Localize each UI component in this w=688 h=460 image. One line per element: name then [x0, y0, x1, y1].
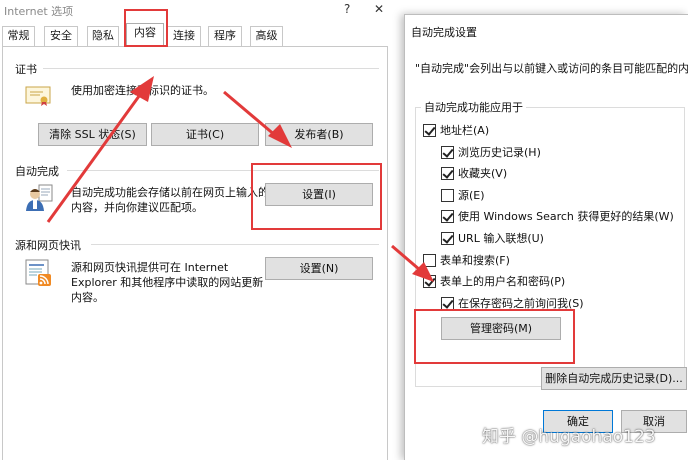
close-button[interactable]: ✕	[374, 2, 384, 16]
tab-advanced[interactable]: 高级	[250, 26, 283, 46]
title-bar: Internet 选项 ? ✕	[0, 0, 392, 22]
apply-to-group-title: 自动完成功能应用于	[421, 99, 526, 115]
option-label: 源(E)	[458, 189, 485, 202]
delete-autocomplete-history-button[interactable]: 删除自动完成历史记录(D)...	[541, 367, 687, 390]
autocomplete-section-label: 自动完成	[15, 165, 59, 178]
option-label: URL 输入联想(U)	[458, 232, 544, 245]
tab-connections[interactable]: 连接	[167, 26, 201, 46]
tab-programs[interactable]: 程序	[208, 26, 242, 46]
annotation-box-content-tab	[124, 9, 168, 47]
feeds-section-label: 源和网页快讯	[15, 239, 81, 252]
autocomplete-description-line1: 自动完成功能会存储以前在网页上输入的	[71, 186, 269, 199]
annotation-box-manage-passwords	[414, 309, 575, 364]
watermark: 知乎 @hugaohao123	[482, 427, 656, 447]
feeds-checkbox[interactable]	[441, 188, 454, 202]
autocomplete-user-icon	[25, 183, 53, 213]
url-suggestions-checkbox[interactable]	[441, 231, 454, 245]
dialog-intro-text: "自动完成"会列出与以前键入或访问的条目可能匹配的内容。	[415, 62, 688, 75]
option-feeds[interactable]: 源(E)	[441, 187, 485, 203]
ask-before-saving-checkbox[interactable]	[441, 296, 454, 310]
certificates-description: 使用加密连接和标识的证书。	[71, 84, 214, 97]
certificates-section-label: 证书	[15, 63, 37, 76]
tab-security[interactable]: 安全	[44, 26, 78, 46]
autocomplete-settings-dialog: 自动完成设置 "自动完成"会列出与以前键入或访问的条目可能匹配的内容。 自动完成…	[404, 14, 688, 460]
address-bar-checkbox[interactable]	[423, 123, 436, 137]
option-browsing-history[interactable]: 浏览历史记录(H)	[441, 144, 541, 160]
window-title: Internet 选项	[4, 5, 74, 18]
favorites-checkbox[interactable]	[441, 166, 454, 180]
option-url-suggestions[interactable]: URL 输入联想(U)	[441, 230, 544, 246]
browsing-history-checkbox[interactable]	[441, 145, 454, 159]
feeds-description-line1: 源和网页快讯提供可在 Internet	[71, 261, 229, 274]
usernames-passwords-checkbox[interactable]	[423, 274, 436, 288]
certificates-button[interactable]: 证书(C)	[151, 123, 259, 146]
option-label: 表单上的用户名和密码(P)	[440, 275, 566, 288]
tab-general[interactable]: 常规	[2, 26, 35, 46]
feeds-settings-button[interactable]: 设置(N)	[265, 257, 373, 280]
autocomplete-description-line2: 内容，并向你建议匹配项。	[71, 201, 203, 214]
content-tab-panel: 证书 使用加密连接和标识的证书。 清除 SSL 状态(S) 证书(C) 发布者(…	[2, 46, 388, 460]
option-usernames-passwords[interactable]: 表单上的用户名和密码(P)	[423, 273, 565, 289]
option-favorites[interactable]: 收藏夹(V)	[441, 165, 507, 181]
option-windows-search[interactable]: 使用 Windows Search 获得更好的结果(W)	[441, 208, 674, 224]
forms-searches-checkbox[interactable]	[423, 253, 436, 267]
option-forms-searches[interactable]: 表单和搜索(F)	[423, 252, 510, 268]
tab-privacy[interactable]: 隐私	[87, 26, 119, 46]
feeds-divider	[91, 244, 379, 245]
option-label: 收藏夹(V)	[458, 167, 508, 180]
option-label: 浏览历史记录(H)	[458, 146, 541, 159]
windows-search-checkbox[interactable]	[441, 209, 454, 223]
help-button[interactable]: ?	[344, 2, 350, 16]
clear-ssl-state-button[interactable]: 清除 SSL 状态(S)	[38, 123, 147, 146]
feeds-icon	[25, 259, 53, 287]
publishers-button[interactable]: 发布者(B)	[265, 123, 373, 146]
tab-strip: 常规 安全 隐私 内容 连接 程序 高级	[0, 23, 392, 46]
option-label: 表单和搜索(F)	[440, 254, 510, 267]
option-label: 使用 Windows Search 获得更好的结果(W)	[458, 210, 674, 223]
feeds-description-line2: Explorer 和其他程序中读取的网站更新	[71, 276, 264, 289]
certificates-divider	[43, 68, 379, 69]
dialog-title: 自动完成设置	[411, 26, 477, 39]
option-label: 地址栏(A)	[440, 124, 490, 137]
annotation-box-autocomplete-settings	[251, 163, 382, 230]
option-address-bar[interactable]: 地址栏(A)	[423, 122, 489, 138]
feeds-description-line3: 内容。	[71, 291, 104, 304]
certificate-icon	[25, 85, 51, 107]
internet-options-window: Internet 选项 ? ✕ 常规 安全 隐私 内容 连接 程序 高级 证书 …	[0, 0, 392, 460]
